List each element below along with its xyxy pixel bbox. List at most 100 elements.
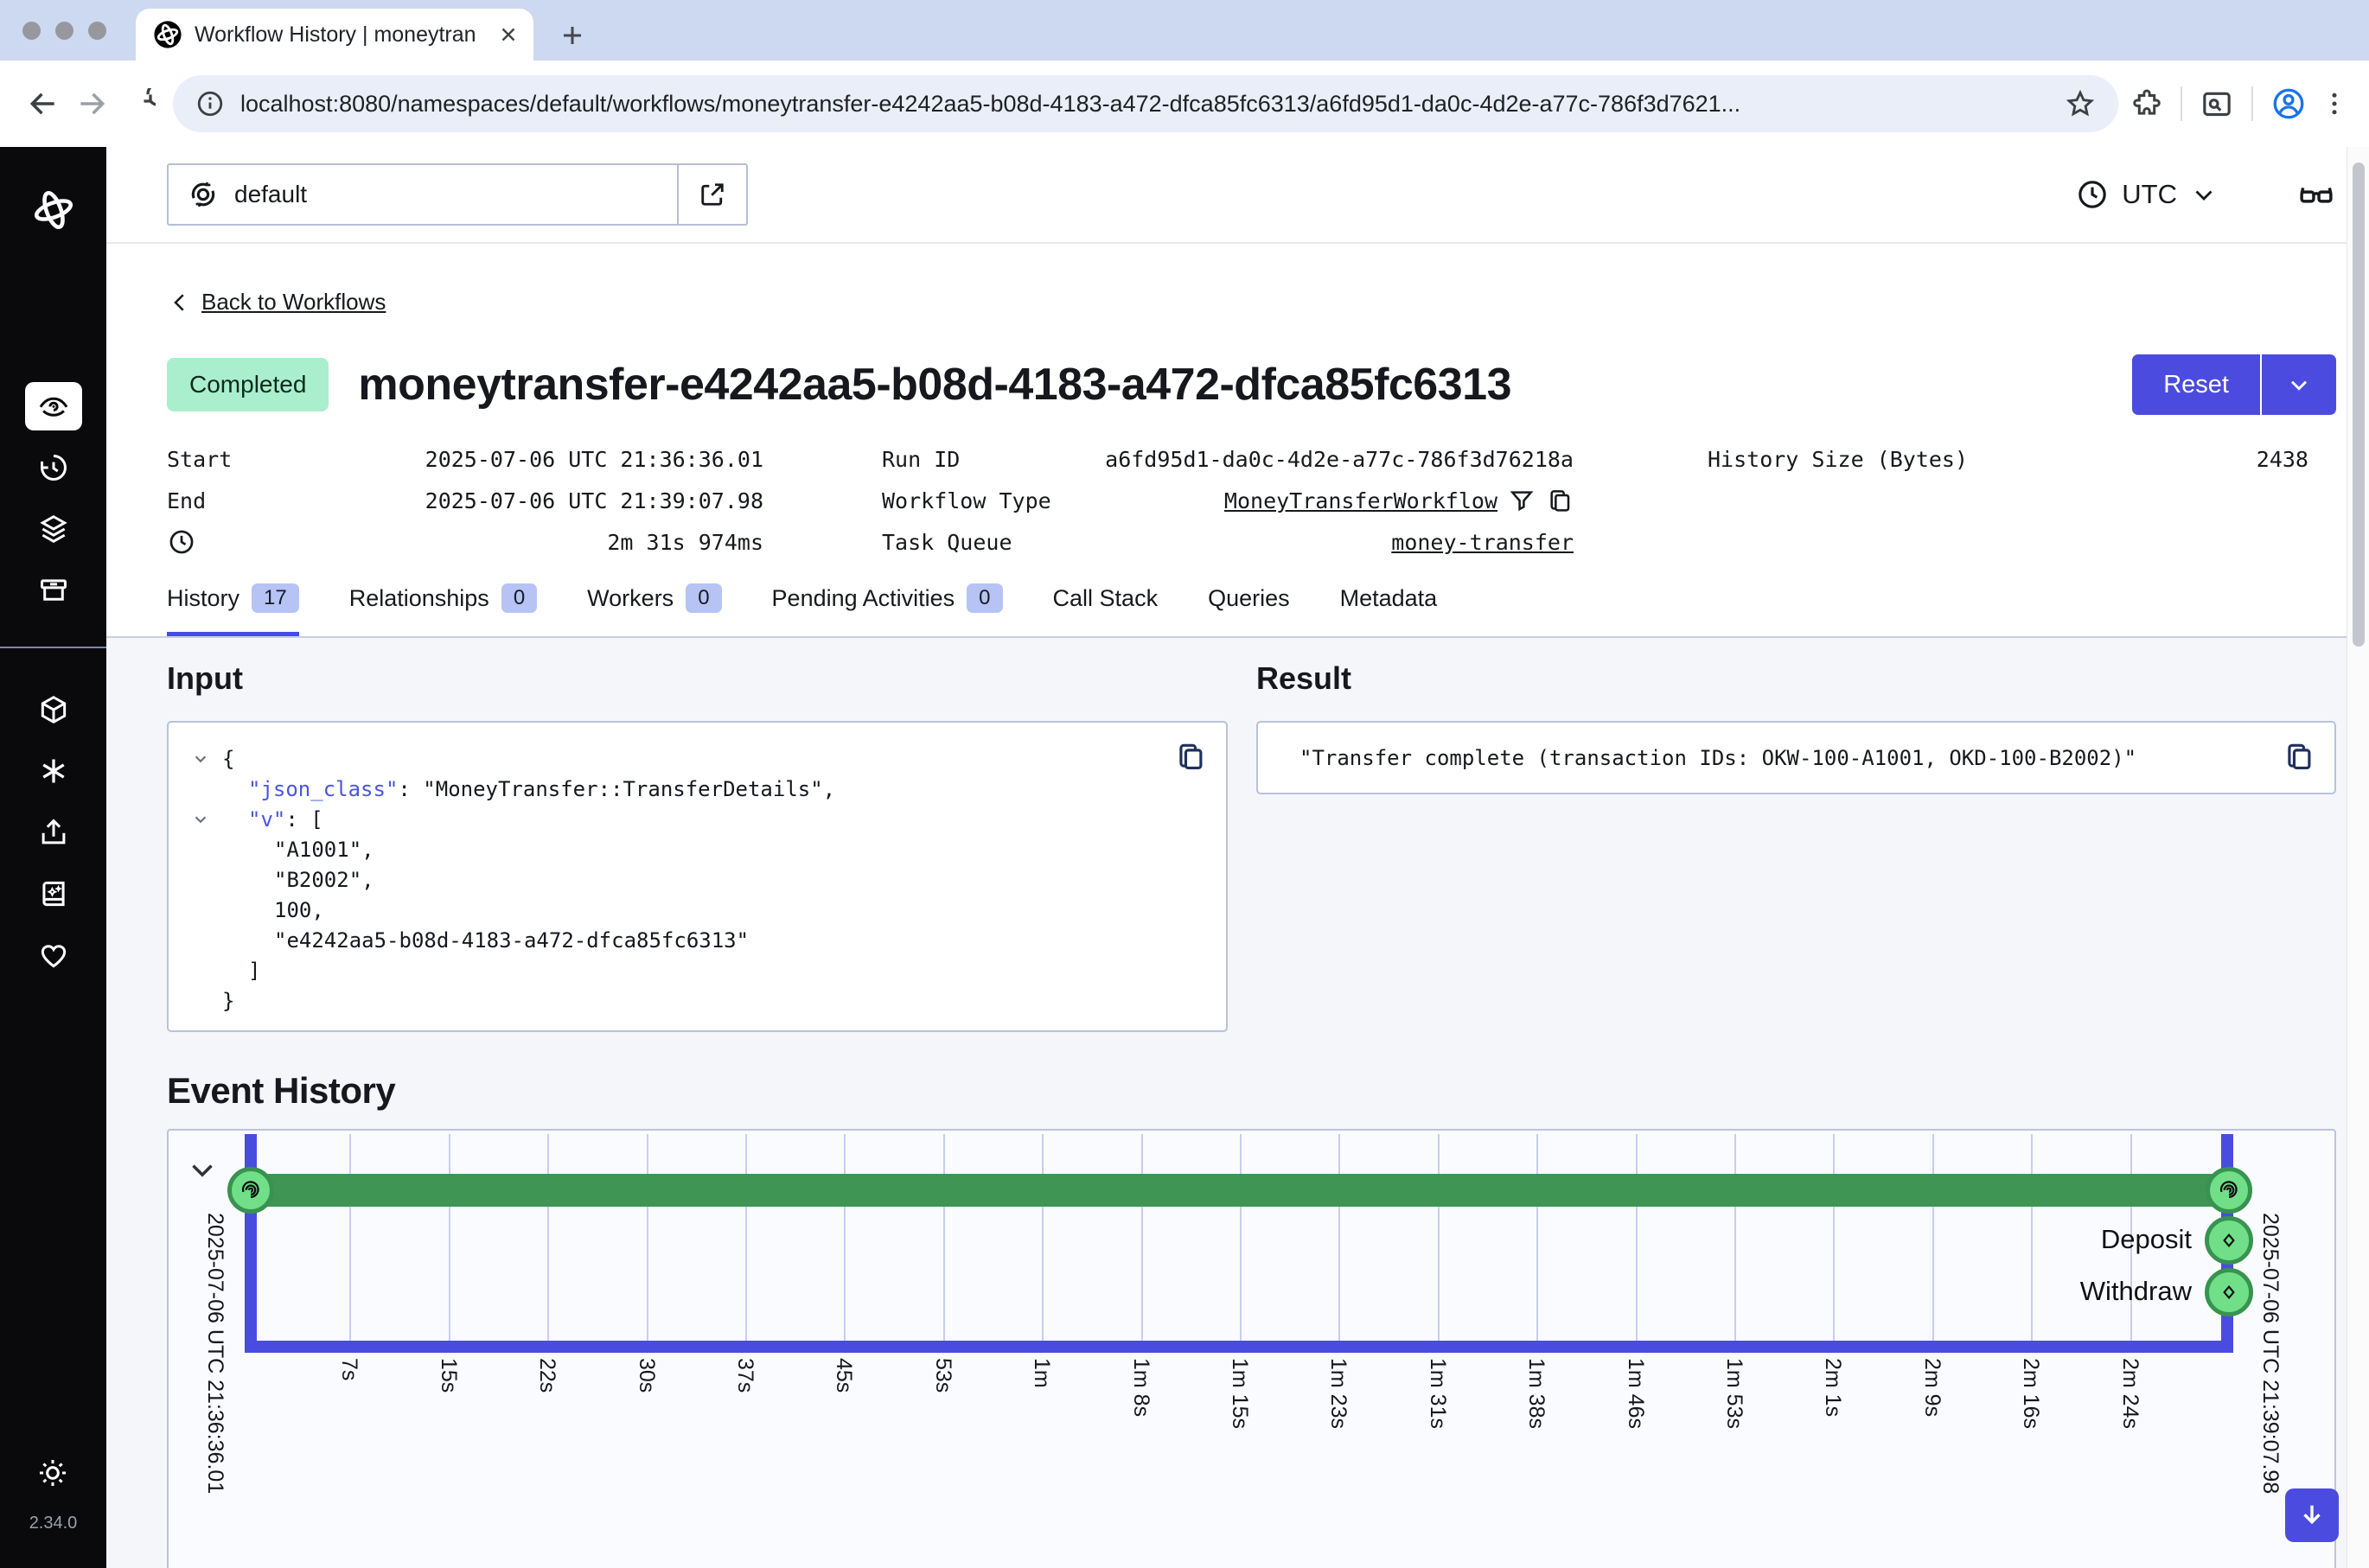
meta-workflowtype-label: Workflow Type	[882, 488, 1051, 513]
tab-relationships[interactable]: Relationships0	[349, 583, 537, 636]
sidebar-item-deployments[interactable]	[25, 505, 82, 553]
event-history-timeline: DepositWithdraw 2025-07-06 UTC 21:36:36.…	[167, 1129, 2336, 1568]
workflow-type-link[interactable]: MoneyTransferWorkflow	[1224, 488, 1497, 513]
scroll-download-button[interactable]	[2285, 1488, 2339, 1542]
activity-lane-label-withdraw: Withdraw	[169, 1276, 2192, 1307]
bookmark-star-icon[interactable]	[2065, 88, 2096, 119]
timeline-tick-label: 30s	[634, 1358, 659, 1393]
theme-toggle-sun-icon[interactable]	[36, 1456, 69, 1489]
arrow-down-icon	[2297, 1501, 2327, 1530]
browser-tab[interactable]: Workflow History | moneytran	[136, 9, 533, 61]
sidebar-item-schedules[interactable]	[25, 443, 82, 492]
reset-button[interactable]: Reset	[2132, 354, 2262, 415]
back-to-workflows[interactable]: Back to Workflows	[167, 289, 2336, 316]
workflow-span-bar[interactable]	[251, 1174, 2229, 1207]
input-json: {"json_class": "MoneyTransfer::TransferD…	[191, 743, 1205, 1016]
activity-node-withdraw[interactable]	[2205, 1268, 2253, 1316]
side-panel-search-icon[interactable]	[2200, 86, 2234, 121]
meta-end-value: 2025-07-06 UTC 21:39:07.98	[425, 488, 763, 513]
tab-close-icon[interactable]	[497, 23, 520, 46]
json-line-text: "v": [	[222, 807, 323, 832]
task-queue-link[interactable]: money-transfer	[1391, 530, 1574, 555]
workflow-start-node[interactable]	[227, 1167, 274, 1214]
workflow-meta: Start 2025-07-06 UTC 21:36:36.01 End 202…	[167, 438, 2336, 563]
back-icon[interactable]	[19, 80, 67, 128]
meta-historysize-value: 2438	[2257, 447, 2308, 472]
sidebar-item-labs[interactable]	[25, 747, 82, 795]
archival-icon	[37, 574, 70, 607]
activity-node-deposit[interactable]	[2205, 1216, 2253, 1265]
tab-queries[interactable]: Queries	[1208, 583, 1290, 636]
browser-toolbar: localhost:8080/namespaces/default/workfl…	[0, 61, 2369, 147]
json-collapse-toggle[interactable]	[191, 749, 222, 768]
sidebar-item-docs[interactable]	[25, 870, 82, 918]
copy-input-icon[interactable]	[1174, 740, 1207, 773]
spiral-icon	[238, 1177, 264, 1203]
timeline-tick-label: 2m 9s	[1919, 1358, 1944, 1417]
scrollbar-thumb[interactable]	[2353, 163, 2365, 647]
timeline-tick-label: 7s	[336, 1358, 361, 1380]
timeline-tick-label: 1m	[1029, 1358, 1054, 1388]
window-minimize-button[interactable]	[55, 22, 73, 40]
json-collapse-toggle[interactable]	[191, 810, 222, 829]
labs-glasses-icon[interactable]	[2296, 175, 2336, 214]
chevron-left-icon	[167, 290, 193, 316]
menu-dots-icon[interactable]	[2319, 88, 2350, 119]
timeline-tick-label: 2m 24s	[2117, 1358, 2142, 1429]
namespace-switcher[interactable]: default	[167, 163, 748, 226]
reset-split-button: Reset	[2132, 354, 2336, 415]
window-controls[interactable]	[22, 22, 106, 40]
timezone-selector[interactable]: UTC	[2075, 177, 2219, 212]
profile-icon[interactable]	[2270, 86, 2307, 122]
window-close-button[interactable]	[22, 22, 41, 40]
app-main: default UTC	[106, 147, 2369, 1568]
sidebar-nav-primary	[25, 382, 82, 615]
temporal-logo[interactable]	[29, 185, 79, 235]
json-line-text: "B2002",	[222, 868, 374, 892]
extensions-icon[interactable]	[2130, 87, 2163, 120]
tab-pending-activities[interactable]: Pending Activities0	[772, 583, 1003, 636]
sidebar-item-workflows[interactable]	[25, 382, 82, 430]
tab-label: History	[167, 585, 239, 612]
url-text: localhost:8080/namespaces/default/workfl…	[240, 91, 2049, 118]
timeline-tick-label: 22s	[534, 1358, 559, 1393]
copy-icon[interactable]	[1546, 487, 1574, 514]
tab-metadata[interactable]: Metadata	[1340, 583, 1438, 636]
window-zoom-button[interactable]	[88, 22, 106, 40]
toolbar-actions	[2130, 86, 2350, 122]
tab-call-stack[interactable]: Call Stack	[1053, 583, 1159, 636]
sidebar-item-nexus[interactable]	[25, 685, 82, 734]
browser-window: Workflow History | moneytran localhost:8…	[0, 0, 2369, 1568]
reload-icon[interactable]	[116, 80, 164, 128]
sidebar-item-import[interactable]	[25, 808, 82, 857]
external-link-icon	[697, 179, 728, 210]
sidebar-item-archival[interactable]	[25, 566, 82, 615]
activity-lane-label-deposit: Deposit	[169, 1224, 2192, 1255]
reset-menu-button[interactable]	[2262, 354, 2336, 415]
site-info-icon[interactable]	[195, 89, 225, 118]
tab-history[interactable]: History17	[167, 583, 299, 636]
timeline-tick-label: 2m 16s	[2018, 1358, 2043, 1429]
page-scrollbar[interactable]	[2347, 147, 2369, 1568]
heart-icon	[37, 939, 70, 972]
result-heading: Result	[1256, 660, 2336, 697]
filter-funnel-icon[interactable]	[1508, 487, 1536, 514]
import-upload-icon	[37, 816, 70, 849]
namespace-external-link[interactable]	[677, 165, 746, 224]
sidebar-divider	[0, 647, 106, 648]
browser-tabstrip: Workflow History | moneytran	[0, 0, 2369, 61]
timeline-collapse-chevron-icon[interactable]	[184, 1151, 220, 1188]
tab-workers[interactable]: Workers0	[587, 583, 721, 636]
timeline-tick-label: 2m 1s	[1820, 1358, 1845, 1417]
copy-result-icon[interactable]	[2283, 740, 2315, 773]
workflow-end-node[interactable]	[2206, 1167, 2252, 1214]
json-line-text: "json_class": "MoneyTransfer::TransferDe…	[222, 777, 835, 801]
favicon-temporal	[153, 20, 182, 49]
new-tab-button[interactable]	[559, 22, 585, 48]
sidebar-item-feedback[interactable]	[25, 931, 82, 979]
url-bar[interactable]: localhost:8080/namespaces/default/workfl…	[173, 75, 2118, 132]
tab-label: Call Stack	[1053, 585, 1159, 612]
forward-icon[interactable]	[67, 80, 116, 128]
timeline-tick-label: 15s	[436, 1358, 461, 1393]
timeline-tick-label: 53s	[930, 1358, 955, 1393]
